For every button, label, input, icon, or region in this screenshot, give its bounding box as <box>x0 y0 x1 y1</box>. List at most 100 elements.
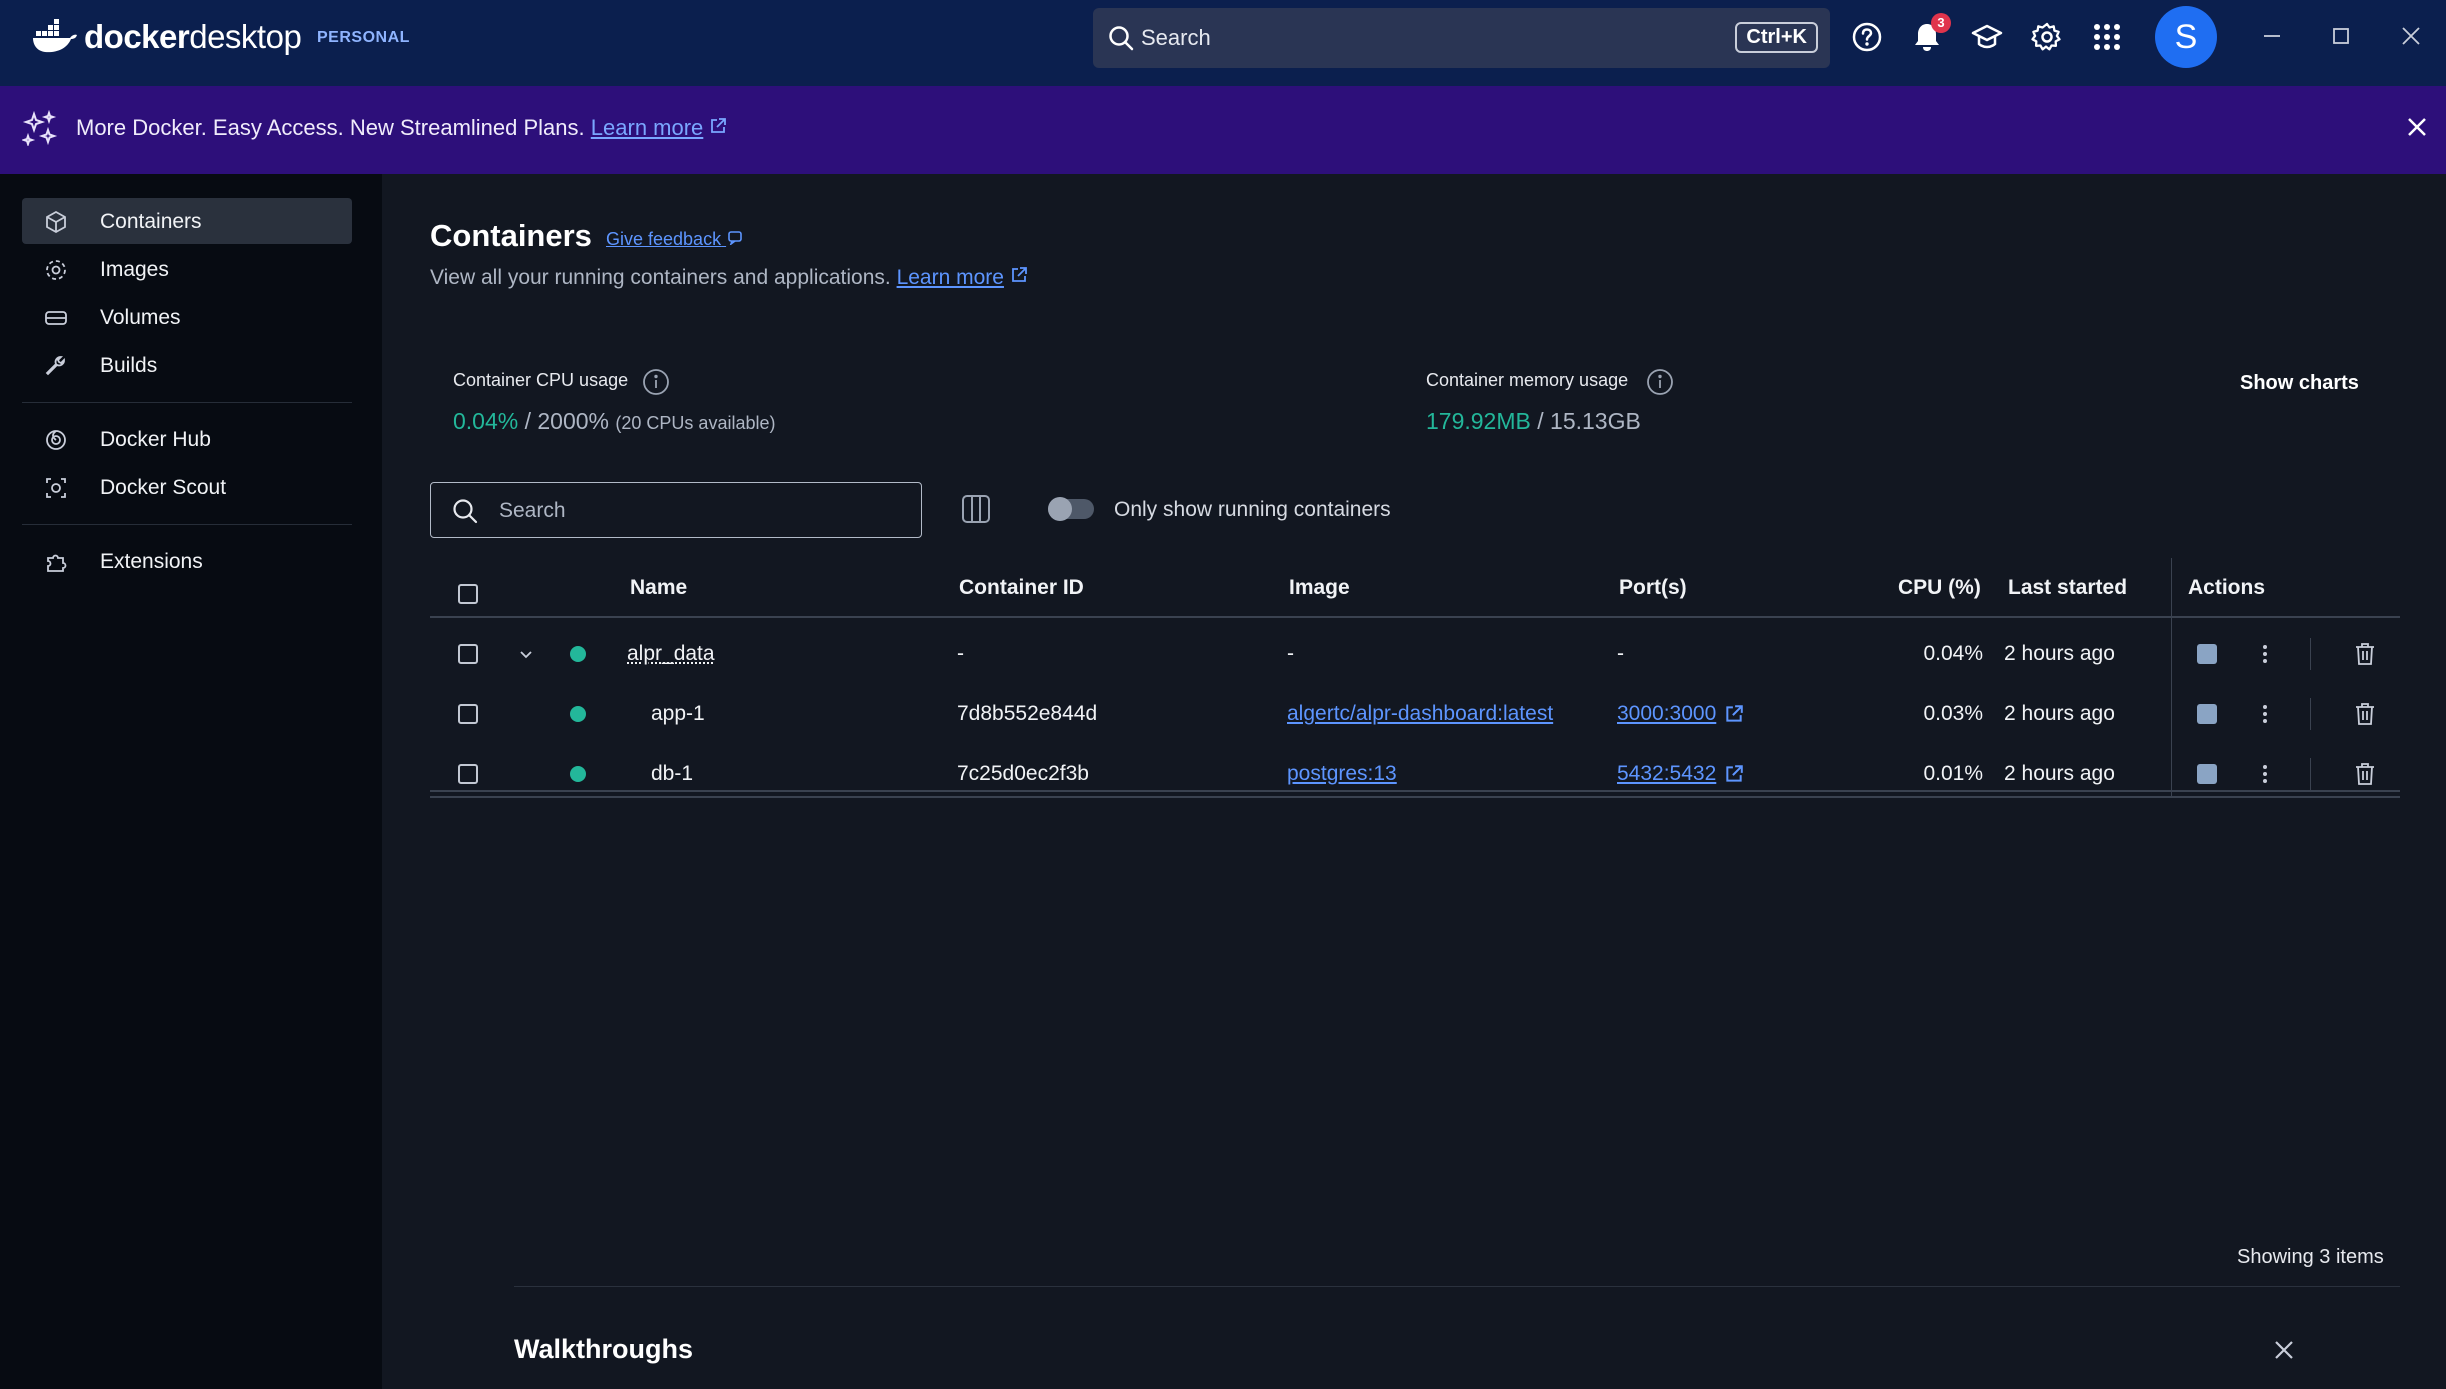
main-content: Containers Give feedback View all your r… <box>382 174 2446 1389</box>
scout-target-icon <box>44 476 68 500</box>
banner-message: More Docker. Easy Access. New Streamline… <box>76 115 727 141</box>
sidebar-divider <box>22 402 352 403</box>
trash-icon[interactable] <box>2354 642 2376 671</box>
page-title: Containers <box>430 218 592 253</box>
global-search[interactable]: Search Ctrl+K <box>1093 8 1830 68</box>
cpu-separator: / <box>518 408 538 434</box>
sidebar-item-builds[interactable]: Builds <box>22 342 352 388</box>
info-icon[interactable] <box>1646 368 1674 401</box>
trash-icon[interactable] <box>2354 702 2376 731</box>
row-checkbox[interactable] <box>458 704 478 724</box>
select-all-checkbox[interactable] <box>458 584 478 604</box>
running-only-label: Only show running containers <box>1114 498 1391 521</box>
wrench-icon <box>44 354 68 378</box>
user-avatar[interactable]: S <box>2155 6 2217 68</box>
app-title: dockerdesktop <box>84 18 302 55</box>
column-header-image[interactable]: Image <box>1289 576 1350 600</box>
banner-learn-more-link[interactable]: Learn more <box>591 115 704 140</box>
banner-close-icon[interactable] <box>2406 116 2428 143</box>
hub-globe-icon <box>44 428 68 452</box>
external-link-icon[interactable] <box>1724 764 1744 789</box>
subtitle-learn-more-link[interactable]: Learn more <box>897 266 1004 289</box>
info-icon[interactable] <box>642 368 670 401</box>
toggle-knob <box>1048 497 1072 521</box>
more-actions-icon[interactable] <box>2262 702 2268 731</box>
row-checkbox[interactable] <box>458 644 478 664</box>
column-header-ports[interactable]: Port(s) <box>1619 576 1687 600</box>
actions-divider <box>2310 758 2311 790</box>
sidebar-item-images[interactable]: Images <box>22 246 352 292</box>
show-charts-button[interactable]: Show charts <box>2240 372 2359 395</box>
promo-banner: More Docker. Easy Access. New Streamline… <box>0 86 2446 174</box>
column-header-last-started[interactable]: Last started <box>2008 576 2127 600</box>
container-cpu: 0.03% <box>1923 702 1983 725</box>
walkthroughs-divider <box>514 1286 2400 1287</box>
image-layers-icon <box>44 258 68 282</box>
container-ports-link[interactable]: 3000:3000 <box>1617 702 1716 726</box>
container-image-link[interactable]: algertc/alpr-dashboard:latest <box>1287 702 1553 726</box>
sidebar-item-volumes[interactable]: Volumes <box>22 294 352 340</box>
container-search-input[interactable]: Search <box>430 482 922 538</box>
close-window-icon[interactable] <box>2397 22 2425 50</box>
apps-grid-icon[interactable] <box>2090 20 2124 54</box>
learning-center-icon[interactable] <box>1970 20 2004 54</box>
cpu-note: (20 CPUs available) <box>615 413 776 433</box>
sparkles-icon <box>20 109 58 151</box>
docker-logo: dockerdesktop <box>32 18 302 56</box>
minimize-icon[interactable] <box>2258 22 2286 50</box>
give-feedback-link[interactable]: Give feedback <box>606 229 744 250</box>
container-ports-link[interactable]: 5432:5432 <box>1617 762 1716 786</box>
running-only-toggle[interactable] <box>1048 497 1094 521</box>
maximize-icon[interactable] <box>2327 22 2355 50</box>
search-icon <box>1107 24 1135 57</box>
column-header-cpu[interactable]: CPU (%) <box>1898 576 1981 600</box>
stop-icon[interactable] <box>2197 704 2217 724</box>
cpu-usage-value: 0.04% / 2000% (20 CPUs available) <box>453 408 775 435</box>
actions-divider <box>2310 638 2311 670</box>
column-header-container-id[interactable]: Container ID <box>959 576 1084 600</box>
container-id: 7c25d0ec2f3b <box>957 762 1089 785</box>
external-link-icon[interactable] <box>1724 704 1744 729</box>
title-bar: dockerdesktop PERSONAL Search Ctrl+K 3 S <box>0 0 2446 86</box>
more-actions-icon[interactable] <box>2262 762 2268 791</box>
sidebar-item-docker-hub[interactable]: Docker Hub <box>22 416 352 462</box>
walkthroughs-close-icon[interactable] <box>2272 1338 2296 1367</box>
cpu-usage-label: Container CPU usage <box>453 370 629 390</box>
row-checkbox[interactable] <box>458 764 478 784</box>
memory-total: 15.13GB <box>1550 408 1641 434</box>
container-cpu: 0.01% <box>1923 762 1983 785</box>
container-name[interactable]: db-1 <box>651 762 693 786</box>
stop-icon[interactable] <box>2197 644 2217 664</box>
sidebar: Containers Images Volumes Builds Docker … <box>0 174 382 1389</box>
sidebar-divider <box>22 524 352 525</box>
sidebar-item-label: Docker Hub <box>100 428 211 451</box>
give-feedback-label: Give feedback <box>606 229 722 249</box>
feedback-icon <box>726 229 744 249</box>
column-header-name[interactable]: Name <box>630 576 687 600</box>
container-ports: - <box>1617 642 1624 665</box>
settings-gear-icon[interactable] <box>2030 20 2064 54</box>
container-image: - <box>1287 642 1294 665</box>
more-actions-icon[interactable] <box>2262 642 2268 671</box>
sidebar-item-docker-scout[interactable]: Docker Scout <box>22 464 352 510</box>
help-icon[interactable] <box>1850 20 1884 54</box>
walkthroughs-heading: Walkthroughs <box>514 1334 693 1364</box>
container-name[interactable]: app-1 <box>651 702 705 726</box>
notification-badge: 3 <box>1931 13 1951 33</box>
external-link-icon <box>709 115 727 140</box>
edition-label: PERSONAL <box>317 29 410 46</box>
columns-icon[interactable] <box>960 493 992 530</box>
container-name[interactable]: alpr_data <box>627 642 715 666</box>
sidebar-item-extensions[interactable]: Extensions <box>22 538 352 584</box>
stop-icon[interactable] <box>2197 764 2217 784</box>
sidebar-item-containers[interactable]: Containers <box>22 198 352 244</box>
memory-used: 179.92MB <box>1426 408 1531 434</box>
containers-table: Name Container ID Image Port(s) CPU (%) … <box>430 558 2400 798</box>
search-icon <box>451 497 479 530</box>
container-image-link[interactable]: postgres:13 <box>1287 762 1397 786</box>
docker-whale-icon <box>33 19 77 53</box>
global-search-label: Search <box>1141 25 1211 50</box>
chevron-down-icon[interactable] <box>516 644 536 669</box>
banner-text: More Docker. Easy Access. New Streamline… <box>76 115 585 140</box>
trash-icon[interactable] <box>2354 762 2376 791</box>
